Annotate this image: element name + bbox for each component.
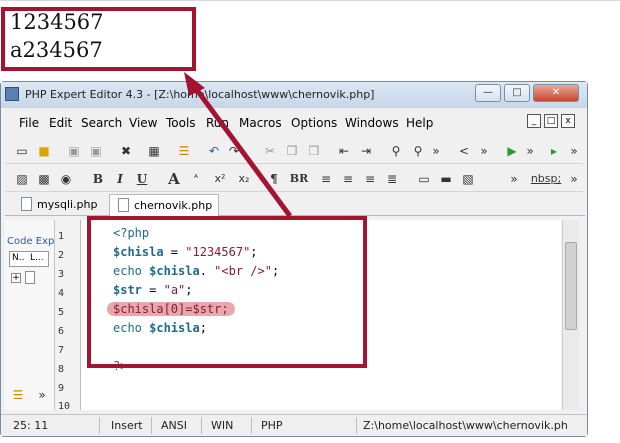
annotation-arrow (184, 72, 293, 218)
arrow-head (184, 72, 205, 96)
arrow-shaft (191, 84, 293, 218)
